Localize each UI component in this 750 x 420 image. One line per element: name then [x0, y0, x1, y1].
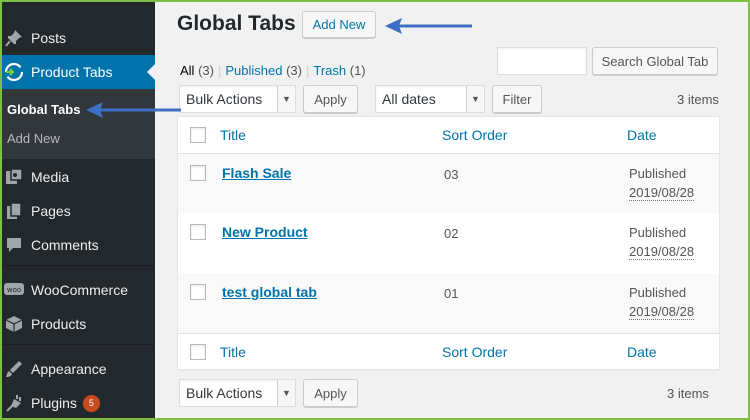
date-cell: Published 2019/08/28	[629, 164, 695, 202]
date-filter-value: All dates	[382, 91, 436, 107]
admin-sidebar: Posts Product Tabs Global Tabs Add New M…	[0, 0, 155, 420]
sidebar-item-woocommerce[interactable]: woo WooCommerce	[0, 273, 155, 307]
date-cell: Published 2019/08/28	[629, 223, 695, 261]
search-input[interactable]	[497, 47, 587, 75]
add-new-button[interactable]: Add New	[302, 11, 376, 38]
bulk-actions-select-bottom[interactable]: Bulk Actions ▼	[179, 379, 296, 407]
woocommerce-icon: woo	[4, 280, 24, 300]
chevron-down-icon: ▼	[277, 380, 295, 406]
post-date: 2019/08/28	[629, 304, 695, 320]
date-cell: Published 2019/08/28	[629, 283, 695, 321]
page-title: Global Tabs	[177, 12, 296, 35]
bulk-actions-value: Bulk Actions	[186, 385, 263, 401]
post-status: Published	[629, 166, 687, 181]
chevron-down-icon: ▼	[277, 86, 295, 112]
row-checkbox[interactable]	[190, 284, 206, 300]
filter-button[interactable]: Filter	[492, 85, 542, 113]
tab-title-link[interactable]: Flash Sale	[222, 165, 291, 181]
sidebar-item-plugins[interactable]: Plugins 5	[0, 386, 155, 420]
apply-button-top[interactable]: Apply	[303, 85, 358, 113]
global-tabs-table: Title Sort Order Date Flash Sale 03 Publ…	[177, 116, 720, 370]
column-footer-date[interactable]: Date	[627, 344, 657, 360]
items-count-bottom: 3 items	[667, 386, 709, 401]
post-status: Published	[629, 225, 687, 240]
svg-text:woo: woo	[7, 286, 21, 294]
filter-separator: |	[217, 63, 222, 78]
pin-icon	[4, 28, 24, 48]
menu-separator	[0, 265, 155, 266]
column-header-title[interactable]: Title	[220, 127, 246, 143]
select-all-checkbox[interactable]	[190, 127, 206, 143]
sidebar-item-posts[interactable]: Posts	[0, 21, 155, 55]
product-tabs-icon	[4, 62, 24, 82]
select-all-checkbox-footer[interactable]	[190, 344, 206, 360]
table-row: test global tab 01 Published 2019/08/28	[178, 273, 719, 333]
active-pointer	[147, 64, 155, 80]
sort-order-value: 02	[444, 226, 459, 241]
sidebar-item-comments[interactable]: Comments	[0, 228, 155, 262]
table-footer-row: Title Sort Order Date	[178, 333, 719, 370]
sidebar-item-label: Posts	[31, 30, 67, 46]
column-footer-sort-order[interactable]: Sort Order	[442, 344, 507, 360]
table-header-row: Title Sort Order Date	[178, 117, 719, 154]
column-header-sort-order[interactable]: Sort Order	[442, 127, 507, 143]
row-checkbox[interactable]	[190, 224, 206, 240]
media-icon	[4, 167, 24, 187]
apply-button-bottom[interactable]: Apply	[303, 379, 358, 407]
column-footer-title[interactable]: Title	[220, 344, 246, 360]
items-count-top: 3 items	[677, 92, 719, 107]
row-checkbox[interactable]	[190, 165, 206, 181]
sidebar-item-appearance[interactable]: Appearance	[0, 352, 155, 386]
products-icon	[4, 314, 24, 334]
menu-separator	[0, 344, 155, 345]
sidebar-item-media[interactable]: Media	[0, 160, 155, 194]
pages-icon	[4, 201, 24, 221]
annotation-arrow-add-new	[385, 18, 472, 34]
table-row: Flash Sale 03 Published 2019/08/28	[178, 154, 719, 213]
sidebar-item-label: Media	[31, 169, 70, 185]
filter-separator: |	[305, 63, 310, 78]
sort-order-value: 01	[444, 286, 459, 301]
post-date: 2019/08/28	[629, 244, 695, 260]
sidebar-item-label: Product Tabs	[31, 64, 113, 80]
plugins-icon	[4, 393, 24, 413]
sidebar-item-label: Pages	[31, 203, 71, 219]
main-content: Global Tabs Add New All (3) | Published (3…	[155, 0, 750, 420]
tab-title-link[interactable]: test global tab	[222, 284, 317, 300]
filter-all-link[interactable]: All (3)	[180, 63, 214, 78]
sort-order-value: 03	[444, 167, 459, 182]
table-row: New Product 02 Published 2019/08/28	[178, 213, 719, 273]
date-filter-select[interactable]: All dates ▼	[375, 85, 485, 113]
sidebar-item-label: Products	[31, 316, 87, 332]
sidebar-item-products[interactable]: Products	[0, 307, 155, 341]
sidebar-item-label: Plugins	[31, 395, 77, 411]
column-header-date[interactable]: Date	[627, 127, 657, 143]
tab-title-link[interactable]: New Product	[222, 224, 308, 240]
chevron-down-icon: ▼	[466, 86, 484, 112]
annotation-arrow-sidebar	[86, 102, 181, 118]
comments-icon	[4, 235, 24, 255]
filter-trash-link[interactable]: Trash (1)	[313, 63, 365, 78]
submenu-item-global-tabs[interactable]: Global Tabs	[7, 102, 80, 117]
sidebar-item-label: WooCommerce	[31, 282, 128, 298]
sidebar-item-pages[interactable]: Pages	[0, 194, 155, 228]
bulk-actions-select-top[interactable]: Bulk Actions ▼	[179, 85, 296, 113]
sidebar-item-label: Comments	[31, 237, 99, 253]
sidebar-item-label: Appearance	[31, 361, 107, 377]
filter-published-link[interactable]: Published (3)	[225, 63, 302, 78]
search-global-tab-button[interactable]: Search Global Tab	[592, 47, 718, 75]
update-count-badge: 5	[82, 394, 100, 412]
bulk-actions-value: Bulk Actions	[186, 91, 263, 107]
appearance-icon	[4, 359, 24, 379]
sidebar-item-product-tabs[interactable]: Product Tabs	[0, 55, 155, 89]
post-status: Published	[629, 285, 687, 300]
post-date: 2019/08/28	[629, 185, 695, 201]
status-filter-links: All (3) | Published (3) | Trash (1)	[180, 63, 366, 78]
submenu-item-add-new[interactable]: Add New	[7, 131, 60, 146]
